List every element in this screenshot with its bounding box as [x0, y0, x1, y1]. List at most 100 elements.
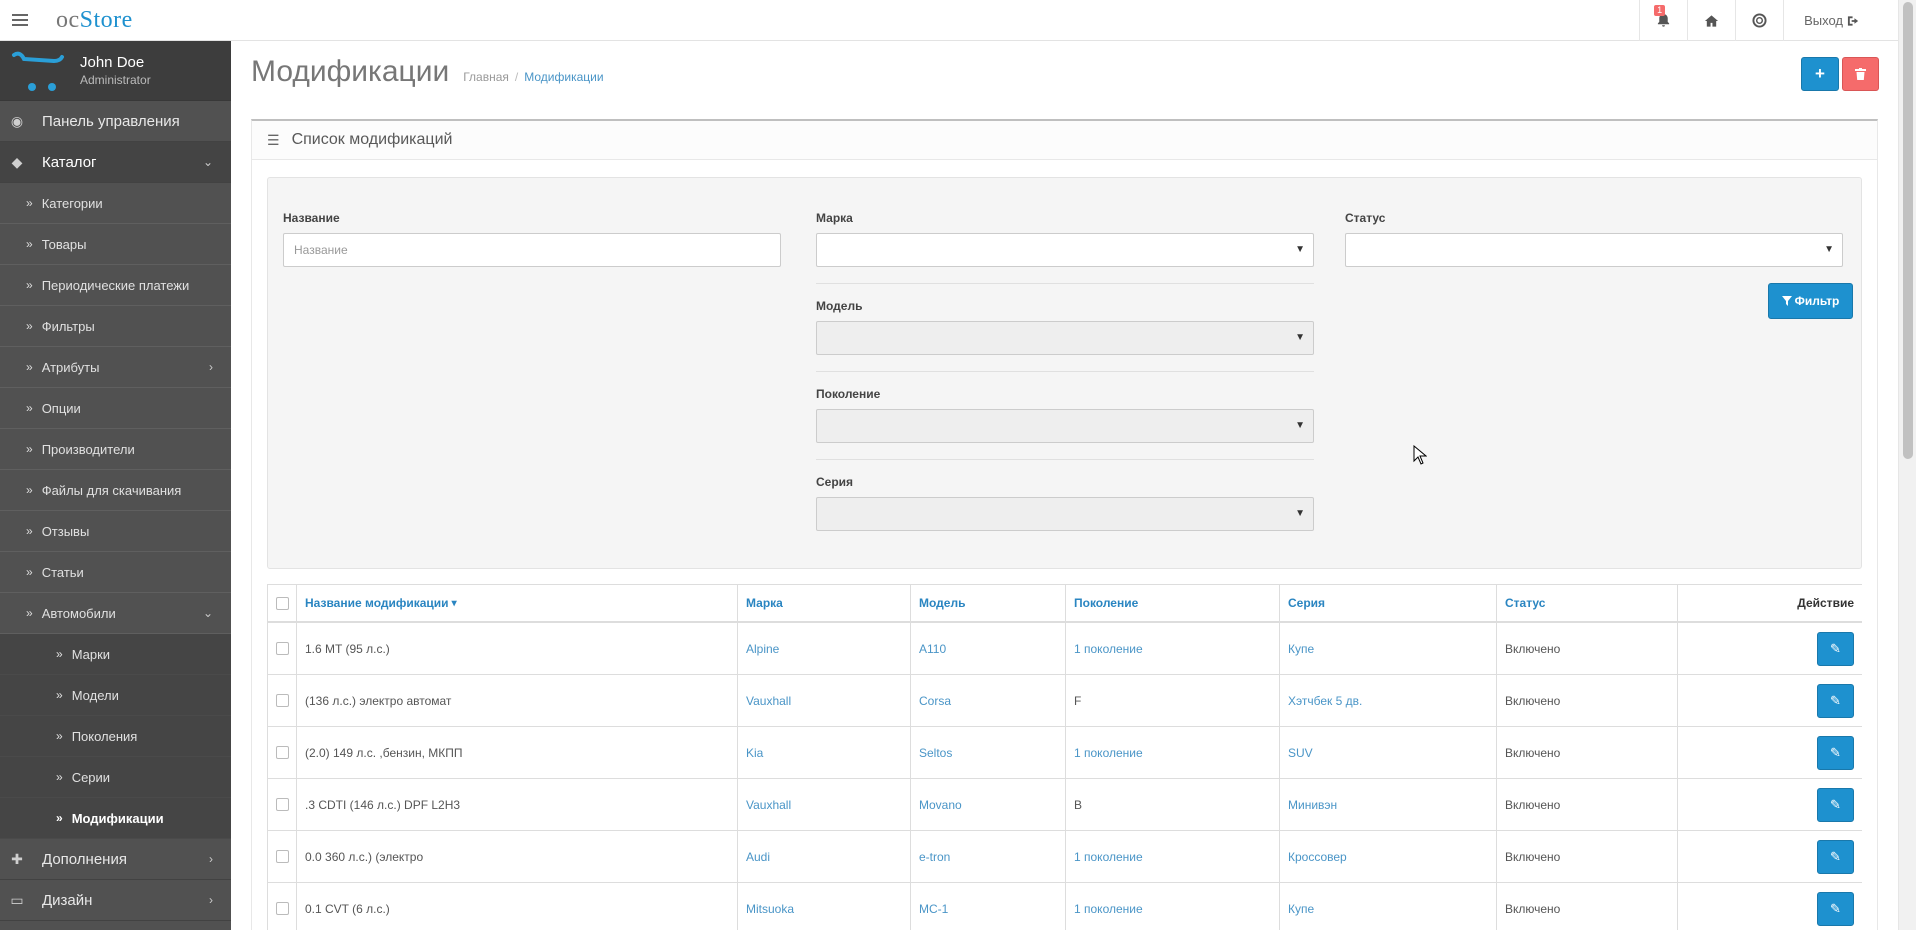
sidebar-item-recurring[interactable]: » Периодические платежи: [0, 265, 231, 306]
sign-out-icon: [1847, 15, 1859, 26]
row-checkbox[interactable]: [275, 902, 289, 915]
edit-button[interactable]: ✎: [1817, 787, 1854, 822]
cell-brand-link[interactable]: Mitsuoka: [746, 902, 794, 916]
sidebar-item-modifications[interactable]: » Модификации: [0, 798, 231, 839]
header-name[interactable]: Название модификации ▾: [297, 585, 738, 621]
sidebar-item-extensions[interactable]: ✚ Дополнения ›: [0, 839, 231, 880]
sidebar-item-filters[interactable]: » Фильтры: [0, 306, 231, 347]
filter-brand-label: Марка: [816, 211, 853, 225]
edit-button[interactable]: ✎: [1817, 735, 1854, 770]
double-angle-right-icon: »: [56, 647, 63, 661]
sidebar-item-cars[interactable]: » Автомобили ⌄: [0, 593, 231, 634]
cell-model-link[interactable]: Seltos: [919, 746, 952, 760]
sidebar-item-attributes[interactable]: » Атрибуты ›: [0, 347, 231, 388]
row-checkbox[interactable]: [275, 850, 289, 863]
main-content: Модификации Главная / Модификации + ☰ Спис…: [231, 41, 1898, 930]
scrollbar-thumb[interactable]: [1903, 2, 1913, 459]
cell-status: Включено: [1505, 797, 1561, 812]
header-model[interactable]: Модель: [911, 585, 1066, 621]
sidebar-item-products[interactable]: » Товары: [0, 224, 231, 265]
cell-brand-link[interactable]: Kia: [746, 746, 763, 760]
cell-brand-link[interactable]: Audi: [746, 850, 770, 864]
filter-button[interactable]: Фильтр: [1768, 283, 1853, 319]
cell-model-link[interactable]: Corsa: [919, 694, 951, 708]
double-angle-right-icon: »: [26, 524, 33, 538]
filter-name-input[interactable]: Название: [283, 233, 781, 267]
filter-brand-select[interactable]: ▼: [816, 233, 1314, 267]
cell-series-link[interactable]: Кроссовер: [1288, 850, 1347, 864]
sidebar-item-downloads[interactable]: » Файлы для скачивания: [0, 470, 231, 511]
header-generation[interactable]: Поколение: [1066, 585, 1280, 621]
cell-brand-link[interactable]: Alpine: [746, 642, 779, 656]
row-checkbox[interactable]: [275, 642, 289, 655]
sidebar-item-design[interactable]: ▭ Дизайн ›: [0, 880, 231, 921]
edit-button[interactable]: ✎: [1817, 839, 1854, 874]
chevron-down-icon: ⌄: [202, 606, 213, 620]
edit-button[interactable]: ✎: [1817, 631, 1854, 666]
edit-button[interactable]: ✎: [1817, 683, 1854, 718]
header-series[interactable]: Серия: [1280, 585, 1497, 621]
table-header: Название модификации ▾ Марка Модель Покол…: [267, 584, 1862, 623]
delete-button[interactable]: [1842, 57, 1879, 91]
row-checkbox[interactable]: [275, 798, 289, 811]
double-angle-right-icon: »: [26, 483, 33, 497]
sidebar-item-reviews[interactable]: » Отзывы: [0, 511, 231, 552]
sidebar-item-categories[interactable]: » Категории: [0, 183, 231, 224]
cell-series-link[interactable]: Минивэн: [1288, 798, 1337, 812]
cell-model-link[interactable]: e-tron: [919, 850, 950, 864]
logo[interactable]: ocStore: [56, 7, 133, 34]
page-scrollbar[interactable]: [1898, 0, 1916, 930]
logout-button[interactable]: Выход: [1783, 0, 1878, 41]
sidebar-item-generations[interactable]: » Поколения: [0, 716, 231, 757]
menu-toggle-icon[interactable]: [0, 0, 40, 41]
header-status[interactable]: Статус: [1497, 585, 1678, 621]
breadcrumb-home[interactable]: Главная: [463, 70, 509, 84]
chevron-down-icon: ⌄: [202, 155, 213, 169]
sidebar-item-dashboard[interactable]: ◉ Панель управления: [0, 101, 231, 142]
cell-brand-link[interactable]: Vauxhall: [746, 694, 791, 708]
filter-series-select[interactable]: ▼: [816, 497, 1314, 531]
help-button[interactable]: [1735, 0, 1783, 41]
add-button[interactable]: +: [1801, 57, 1839, 91]
cell-series-link[interactable]: SUV: [1288, 746, 1313, 760]
cell-brand-link[interactable]: Vauxhall: [746, 798, 791, 812]
row-checkbox[interactable]: [275, 746, 289, 759]
double-angle-right-icon: »: [26, 278, 33, 292]
cell-generation-link[interactable]: 1 поколение: [1074, 642, 1143, 656]
breadcrumb-current[interactable]: Модификации: [524, 70, 603, 84]
sidebar-item-brands[interactable]: » Марки: [0, 634, 231, 675]
sidebar-item-models[interactable]: » Модели: [0, 675, 231, 716]
chevron-right-icon: ›: [209, 852, 213, 866]
chevron-down-icon: ▼: [1824, 244, 1834, 255]
sidebar-item-label: Модели: [71, 687, 119, 703]
user-profile[interactable]: John Doe Administrator: [0, 41, 231, 101]
sidebar-item-catalog[interactable]: ◆ Каталог ⌄: [0, 142, 231, 183]
filter-model-select[interactable]: ▼: [816, 321, 1314, 355]
cell-model-link[interactable]: Movano: [919, 798, 962, 812]
cell-series-link[interactable]: Купе: [1288, 902, 1314, 916]
cell-model-link[interactable]: MC-1: [919, 902, 948, 916]
cell-series-link[interactable]: Хэтчбек 5 дв.: [1288, 694, 1362, 708]
sidebar-item-articles[interactable]: » Статьи: [0, 552, 231, 593]
sidebar-item-options[interactable]: » Опции: [0, 388, 231, 429]
header-brand[interactable]: Марка: [738, 585, 911, 621]
select-all-checkbox[interactable]: [275, 596, 289, 610]
chevron-down-icon: ▼: [1295, 244, 1305, 255]
filter-status-select[interactable]: ▼: [1345, 233, 1843, 267]
cell-series-link[interactable]: Купе: [1288, 642, 1314, 656]
sidebar-item-series[interactable]: » Серии: [0, 757, 231, 798]
row-checkbox[interactable]: [275, 694, 289, 707]
home-icon: [1705, 14, 1719, 27]
cell-generation-link[interactable]: 1 поколение: [1074, 902, 1143, 916]
filter-generation-select[interactable]: ▼: [816, 409, 1314, 443]
header-status-label: Статус: [1505, 596, 1546, 610]
cell-generation-link[interactable]: 1 поколение: [1074, 850, 1143, 864]
cell-model-link[interactable]: A110: [919, 642, 946, 656]
sidebar-item-label: Отзывы: [41, 523, 90, 539]
home-button[interactable]: [1687, 0, 1735, 41]
sidebar-item-manufacturers[interactable]: » Производители: [0, 429, 231, 470]
sidebar-item-label: Дизайн: [42, 891, 93, 909]
edit-button[interactable]: ✎: [1817, 891, 1854, 926]
notifications-button[interactable]: 1: [1639, 0, 1687, 41]
cell-generation-link[interactable]: 1 поколение: [1074, 746, 1143, 760]
